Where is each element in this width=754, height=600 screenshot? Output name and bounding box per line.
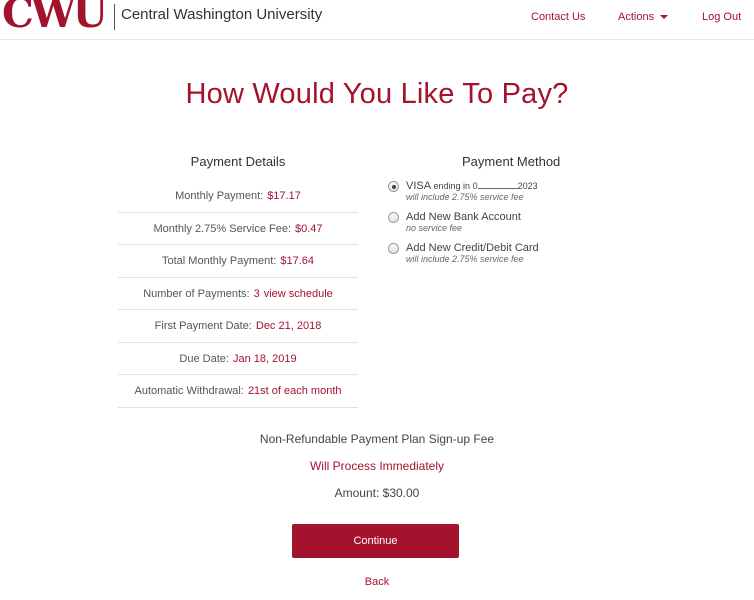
detail-label: Automatic Withdrawal: [134, 385, 244, 397]
card-expiry: 2023 [517, 181, 538, 191]
radio-visa[interactable] [388, 181, 399, 192]
option-note: will include 2.75% service fee [406, 254, 524, 264]
actions-label: Actions [618, 11, 655, 23]
fee-amount: Amount: $30.00 [334, 486, 420, 500]
continue-button[interactable]: Continue [292, 524, 459, 558]
detail-value: 21st of each month [247, 385, 342, 397]
card-ending: ending in 0 [433, 181, 478, 191]
payment-option-card[interactable]: Add New Credit/Debit Card will include 2… [388, 242, 668, 273]
log-out-link[interactable]: Log Out [702, 11, 741, 23]
option-label: Add New Bank Account [406, 211, 521, 223]
view-schedule-link[interactable]: view schedule [264, 288, 333, 300]
detail-label: Total Monthly Payment: [162, 255, 277, 267]
detail-row-service-fee: Monthly 2.75% Service Fee: $0.47 [118, 213, 358, 245]
detail-label: Number of Payments: [143, 287, 250, 300]
detail-row-due-date: Due Date: Jan 18, 2019 [118, 343, 358, 375]
cwu-logo[interactable]: CWU [2, 0, 105, 32]
card-brand: VISA [406, 180, 431, 192]
payment-details-heading: Payment Details [190, 154, 286, 169]
detail-value: $17.64 [280, 255, 314, 267]
chevron-down-icon [660, 15, 669, 20]
detail-row-total-monthly: Total Monthly Payment: $17.64 [118, 245, 358, 278]
actions-menu[interactable]: Actions [618, 11, 669, 23]
contact-us-link[interactable]: Contact Us [531, 11, 585, 23]
page-title: How Would You Like To Pay? [185, 78, 569, 110]
redacted-digits [477, 181, 518, 189]
top-header: CWU Central Washington University Contac… [0, 0, 754, 40]
option-note: will include 2.75% service fee [406, 192, 524, 202]
payment-method-heading: Payment Method [462, 154, 561, 169]
payment-option-visa[interactable]: VISA ending in 0 2023 will include 2.75% … [388, 180, 668, 211]
detail-row-monthly-payment: Monthly Payment: $17.17 [118, 180, 358, 213]
detail-label: Monthly Payment: [175, 190, 264, 202]
payment-details: Payment Details Monthly Payment: $17.17 M… [118, 154, 358, 408]
detail-value: Dec 21, 2018 [255, 320, 322, 332]
detail-value: 3 [253, 287, 260, 300]
detail-value: $17.17 [267, 190, 301, 202]
option-note: no service fee [406, 223, 463, 233]
logo-divider [114, 4, 115, 30]
university-name: Central Washington University [121, 6, 323, 23]
back-link[interactable]: Back [0, 576, 754, 588]
detail-value: $0.47 [295, 222, 323, 235]
detail-row-first-payment-date: First Payment Date: Dec 21, 2018 [118, 310, 358, 343]
fee-title: Non-Refundable Payment Plan Sign-up Fee [259, 432, 495, 446]
radio-card[interactable] [388, 243, 399, 254]
detail-label: Due Date: [179, 352, 229, 365]
detail-label: First Payment Date: [154, 320, 252, 332]
fee-process-note: Will Process Immediately [309, 459, 445, 473]
detail-label: Monthly 2.75% Service Fee: [153, 222, 292, 235]
detail-row-number-of-payments: Number of Payments: 3 view schedule [118, 278, 358, 310]
payment-method: Payment Method VISA ending in 0 2023 will… [388, 154, 668, 273]
radio-bank[interactable] [388, 212, 399, 223]
detail-row-automatic-withdrawal: Automatic Withdrawal: 21st of each month [118, 375, 358, 408]
detail-value: Jan 18, 2019 [232, 352, 297, 365]
payment-option-bank[interactable]: Add New Bank Account no service fee [388, 211, 668, 242]
option-label: VISA ending in 0 2023 [406, 180, 668, 192]
option-label: Add New Credit/Debit Card [406, 242, 539, 254]
